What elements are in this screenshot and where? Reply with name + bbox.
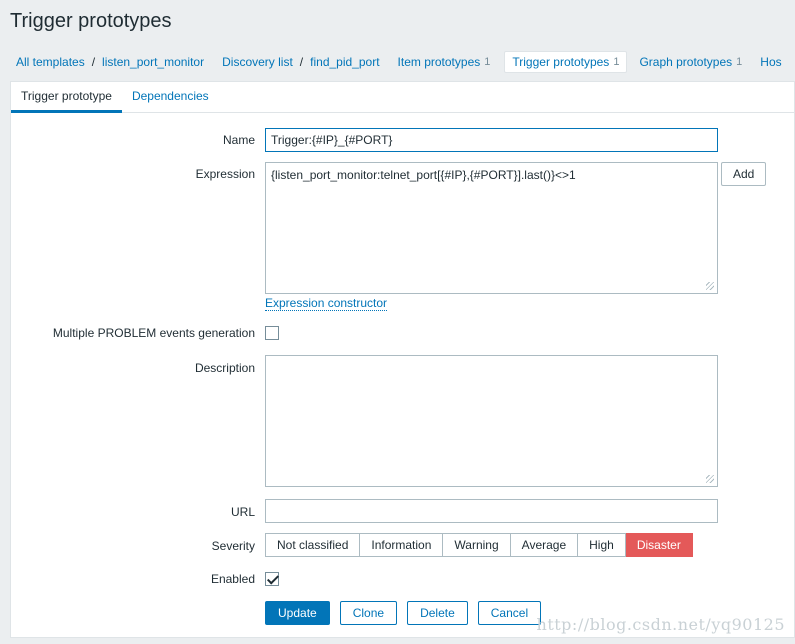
update-button[interactable]: Update bbox=[265, 601, 330, 625]
enabled-label: Enabled bbox=[210, 572, 255, 586]
description-label: Description bbox=[194, 361, 255, 375]
breadcrumb: All templates / listen_port_monitor Disc… bbox=[0, 44, 795, 80]
severity-not-classified[interactable]: Not classified bbox=[265, 533, 361, 557]
breadcrumb-separator: / bbox=[91, 55, 96, 69]
tab-graph-prototypes[interactable]: Graph prototypes 1 bbox=[639, 55, 742, 69]
watermark: http://blog.csdn.net/yq90125 bbox=[536, 615, 785, 634]
url-label: URL bbox=[230, 505, 255, 519]
severity-disaster[interactable]: Disaster bbox=[625, 533, 693, 557]
resize-grip-icon[interactable] bbox=[706, 475, 714, 483]
name-field-wrap bbox=[265, 128, 718, 152]
expression-constructor-link[interactable]: Expression constructor bbox=[265, 296, 388, 311]
expression-label: Expression bbox=[195, 167, 255, 181]
form-tabs: Trigger prototype Dependencies bbox=[11, 82, 794, 113]
name-input[interactable] bbox=[265, 128, 718, 152]
tab-dependencies[interactable]: Dependencies bbox=[122, 82, 219, 113]
breadcrumb-discovery-rule-link[interactable]: find_pid_port bbox=[310, 55, 379, 69]
expression-textarea[interactable]: {listen_port_monitor:telnet_port[{#IP},{… bbox=[265, 162, 718, 294]
url-input[interactable] bbox=[265, 499, 718, 523]
multiple-problem-checkbox[interactable] bbox=[265, 326, 279, 340]
name-label: Name bbox=[222, 133, 255, 147]
tab-host-prototypes-label[interactable]: Hos bbox=[760, 55, 781, 69]
page-title: Trigger prototypes bbox=[10, 10, 172, 32]
tab-trigger-prototypes[interactable]: Trigger prototypes 1 bbox=[504, 51, 628, 73]
multiple-problem-field-wrap bbox=[265, 326, 279, 343]
breadcrumb-templates: All templates / listen_port_monitor bbox=[16, 55, 204, 69]
tab-host-prototypes[interactable]: Hos bbox=[760, 55, 781, 69]
form-panel: Trigger prototype Dependencies Name Expr… bbox=[10, 81, 795, 638]
enabled-checkbox[interactable] bbox=[265, 572, 279, 586]
cancel-button[interactable]: Cancel bbox=[477, 601, 542, 625]
expression-constructor-wrap: Expression constructor bbox=[265, 296, 388, 311]
severity-warning[interactable]: Warning bbox=[443, 533, 511, 557]
enabled-field-wrap bbox=[265, 572, 279, 589]
breadcrumb-separator: / bbox=[299, 55, 304, 69]
resize-grip-icon[interactable] bbox=[706, 282, 714, 290]
form-actions: Update Clone Delete Cancel bbox=[265, 601, 542, 625]
expression-field-wrap: {listen_port_monitor:telnet_port[{#IP},{… bbox=[265, 162, 718, 294]
tab-item-prototypes[interactable]: Item prototypes 1 bbox=[398, 55, 491, 69]
severity-label: Severity bbox=[211, 539, 255, 553]
tab-trigger-prototypes-label[interactable]: Trigger prototypes bbox=[512, 55, 609, 69]
multiple-problem-label: Multiple PROBLEM events generation bbox=[52, 326, 255, 340]
breadcrumb-template-link[interactable]: listen_port_monitor bbox=[102, 55, 204, 69]
description-textarea[interactable] bbox=[265, 355, 718, 487]
tab-graph-prototypes-count: 1 bbox=[736, 56, 743, 68]
breadcrumb-all-templates-link[interactable]: All templates bbox=[16, 55, 85, 69]
url-field-wrap bbox=[265, 499, 718, 523]
severity-average[interactable]: Average bbox=[510, 533, 579, 557]
breadcrumb-discovery-list-link[interactable]: Discovery list bbox=[222, 55, 293, 69]
add-expression-button[interactable]: Add bbox=[721, 162, 767, 186]
tab-item-prototypes-count: 1 bbox=[484, 56, 491, 68]
description-field-wrap bbox=[265, 355, 718, 487]
clone-button[interactable]: Clone bbox=[339, 601, 398, 625]
tab-item-prototypes-label[interactable]: Item prototypes bbox=[398, 55, 481, 69]
tab-trigger-prototype[interactable]: Trigger prototype bbox=[11, 82, 122, 113]
tab-graph-prototypes-label[interactable]: Graph prototypes bbox=[639, 55, 732, 69]
breadcrumb-discovery: Discovery list / find_pid_port bbox=[222, 55, 379, 69]
severity-information[interactable]: Information bbox=[360, 533, 444, 557]
tab-trigger-prototypes-count: 1 bbox=[613, 56, 620, 68]
severity-high[interactable]: High bbox=[578, 533, 626, 557]
delete-button[interactable]: Delete bbox=[407, 601, 468, 625]
severity-selector: Not classified Information Warning Avera… bbox=[265, 533, 693, 557]
